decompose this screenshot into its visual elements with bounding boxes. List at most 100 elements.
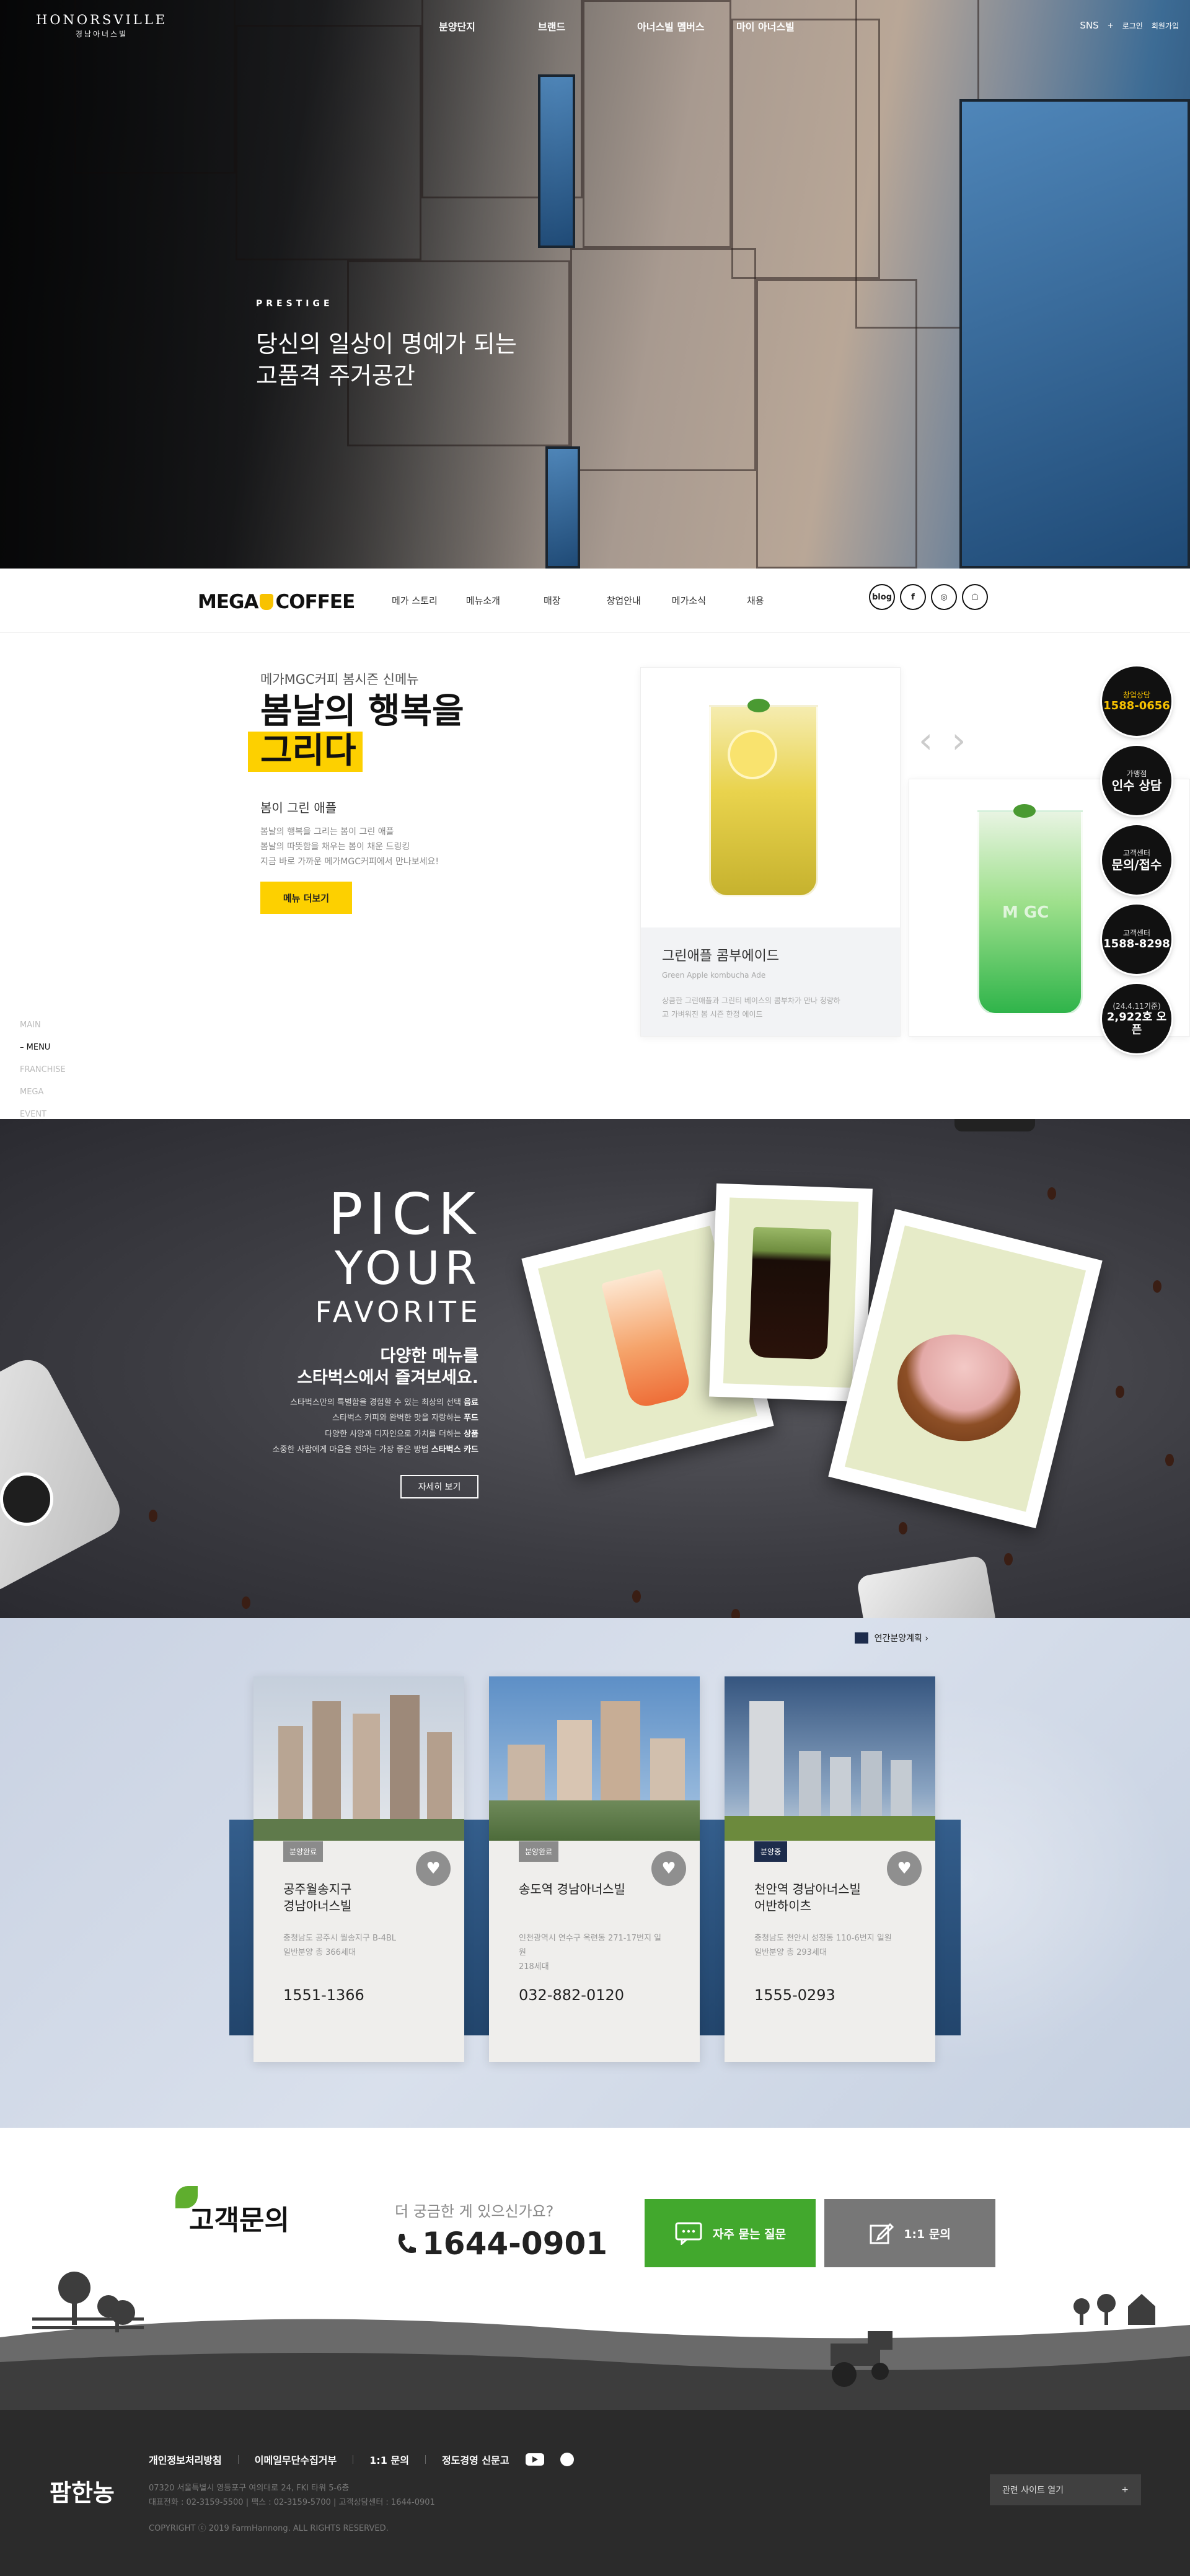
calendar-icon	[854, 1632, 868, 1644]
hero-section: HONORSVILLE 경남아너스빌 분양단지 브랜드 아너스빌 멤버스 마이 …	[0, 0, 1190, 569]
tower	[861, 1751, 882, 1825]
faq-label: 자주 묻는 질문	[712, 2227, 787, 2241]
footer-address: 07320 서울특별시 영등포구 여의대로 24, FKI 타워 5-6층 대표…	[149, 2482, 435, 2510]
hero-shadow	[0, 0, 558, 569]
mega-nav-story[interactable]: 메가 스토리	[392, 594, 438, 607]
family-site-label: 관련 사이트 열기	[1002, 2485, 1064, 2495]
faq-button[interactable]: 자주 묻는 질문	[645, 2199, 816, 2267]
join-link[interactable]: 회원가입	[1152, 20, 1179, 31]
quick-value: 1588-0656	[1103, 699, 1170, 713]
logo-en: HONORSVILLE	[36, 12, 167, 27]
inquiry-phone-number: 1644-0901	[422, 2226, 608, 2262]
side-nav-mega[interactable]: MEGA	[20, 1081, 66, 1104]
mega-nav-recruit[interactable]: 채용	[747, 594, 764, 607]
privacy-link[interactable]: 개인정보처리방침	[149, 2452, 222, 2467]
inquiry-question: 더 궁금한 게 있으신가요?	[395, 2203, 554, 2220]
mega-logo-b: COFFEE	[275, 591, 355, 613]
youtube-icon[interactable]	[525, 2453, 544, 2466]
apartment-name-line: 천안역 경남아너스빌	[754, 1882, 861, 1897]
product-desc-line: 고 가벼워진 봄 시즌 한정 에이드	[662, 1009, 763, 1019]
farmhannong-logo[interactable]: 팜한농	[50, 2474, 115, 2508]
ethics-report-link[interactable]: 정도경영 신문고	[442, 2452, 509, 2467]
facebook-icon[interactable]: f	[900, 584, 926, 610]
mega-nav-franchise[interactable]: 창업안내	[607, 594, 641, 607]
quick-label: 고객센터	[1122, 929, 1151, 938]
photo-cold-brew[interactable]	[709, 1183, 873, 1402]
hero-headline: 당신의 일상이 명예가 되는 고품격 주거공간	[256, 329, 517, 392]
store-icon[interactable]: ☖	[962, 584, 988, 610]
starbucks-desc-line: 스타벅스만의 특별함을 경험할 수 있는 최상의 선택	[289, 1398, 461, 1407]
heart-icon[interactable]: ♥	[651, 1851, 686, 1886]
apartment-address-line: 218세대	[519, 1962, 549, 1972]
mega-nav: 메가 스토리 메뉴소개 매장 창업안내 메가소식 채용	[392, 594, 793, 607]
kakao-icon[interactable]	[560, 2453, 574, 2466]
coffee-bean	[731, 1609, 740, 1618]
nav-item-members[interactable]: 아너스빌 멤버스	[637, 19, 736, 33]
apartment-address-line: 일반분양 총 366세대	[283, 1947, 356, 1957]
quick-takeover-consult[interactable]: 가맹점 인수 상담	[1102, 746, 1171, 815]
menu-name: 봄이 그린 애플	[260, 800, 337, 815]
apartment-photo	[725, 1676, 935, 1841]
mega-coffee-logo[interactable]: MEGA COFFEE	[198, 591, 355, 613]
coffee-bean	[1047, 1187, 1056, 1200]
login-link[interactable]: 로그인	[1122, 20, 1143, 31]
company-address: 07320 서울특별시 영등포구 여의대로 24, FKI 타워 5-6층	[149, 2484, 350, 2493]
menu-more-button[interactable]: 메뉴 더보기	[260, 882, 352, 914]
apartment-address: 충청남도 천안시 성정동 110-6번지 일원 일반분양 총 293세대	[754, 1932, 909, 1960]
trees	[253, 1819, 464, 1841]
next-arrow-icon[interactable]: ›	[951, 719, 966, 761]
plus-icon: +	[1121, 2485, 1129, 2495]
inquiry-phone[interactable]: 1644-0901	[395, 2226, 607, 2262]
honorsville-logo[interactable]: HONORSVILLE 경남아너스빌	[36, 12, 167, 39]
heart-icon[interactable]: ♥	[887, 1851, 922, 1886]
email-refusal-link[interactable]: 이메일무단수집거부	[255, 2452, 337, 2467]
nav-item-brand[interactable]: 브랜드	[538, 19, 637, 33]
prev-arrow-icon[interactable]: ‹	[919, 719, 933, 761]
nav-item-my[interactable]: 마이 아너스빌	[736, 19, 835, 33]
white-cup	[856, 1554, 997, 1618]
side-nav-menu-label: MENU	[26, 1043, 51, 1052]
apartment-address: 인천광역시 연수구 옥련동 271-17번지 일 원 218세대	[519, 1932, 674, 1974]
side-nav: MAIN – MENU FRANCHISE MEGA EVENT	[20, 1014, 66, 1126]
nav-item-complex[interactable]: 분양단지	[439, 19, 538, 33]
company-phones: 대표전화 : 02-3159-5500 | 팩스 : 02-3159-5700 …	[149, 2497, 435, 2507]
heart-icon[interactable]: ♥	[416, 1851, 451, 1886]
apartment-card[interactable]: 분양완료 ♥ 송도역 경남아너스빌 인천광역시 연수구 옥련동 271-17번지…	[489, 1676, 700, 2062]
starbucks-more-button[interactable]: 자세히 보기	[400, 1475, 478, 1498]
sns-link[interactable]: SNS	[1080, 20, 1098, 31]
coffee-cup-icon	[260, 594, 274, 610]
hero-eyebrow: PRESTIGE	[256, 299, 333, 309]
side-nav-main[interactable]: MAIN	[20, 1014, 66, 1037]
annual-plan-link[interactable]: 연간분양계획 ›	[854, 1632, 928, 1644]
apartment-card[interactable]: 분양중 ♥ 천안역 경남아너스빌 어반하이츠 충청남도 천안시 성정동 110-…	[725, 1676, 935, 2062]
quick-call-center[interactable]: 고객센터 1588-8298	[1102, 905, 1171, 974]
mint-leaf	[747, 699, 770, 712]
facade-panel	[570, 248, 756, 471]
product-desc-line: 상큼한 그린애플과 그린티 베이스의 콤부차가 만나 청량하	[662, 996, 840, 1005]
quick-store-count[interactable]: (24.4.11기준) 2,922호 오픈	[1102, 984, 1171, 1053]
family-site-select[interactable]: 관련 사이트 열기 +	[990, 2474, 1141, 2505]
apartment-address-line: 충청남도 천안시 성정동 110-6번지 일원	[754, 1934, 892, 1943]
qna-button[interactable]: 1:1 문의	[824, 2199, 995, 2267]
apartment-card[interactable]: 분양완료 ♥ 공주월송지구 경남아너스빌 충청남도 공주시 월송지구 B-4BL…	[253, 1676, 464, 2062]
side-nav-menu[interactable]: – MENU	[20, 1037, 66, 1059]
favorite-text: FAVORITE	[315, 1295, 482, 1329]
blog-icon[interactable]: blog	[869, 584, 895, 610]
apartment-name-line: 어반하이츠	[754, 1898, 811, 1913]
sns-plus-icon[interactable]: +	[1108, 21, 1114, 30]
hero-headline-line2: 고품격 주거공간	[256, 362, 415, 390]
mega-nav-menu[interactable]: 메뉴소개	[466, 594, 500, 607]
side-nav-franchise[interactable]: FRANCHISE	[20, 1059, 66, 1081]
product-card[interactable]: 그린애플 콤부에이드 Green Apple kombucha Ade 상큼한 …	[640, 667, 901, 1037]
logo-ko: 경남아너스빌	[75, 30, 128, 38]
mega-nav-store[interactable]: 매장	[544, 594, 561, 607]
utility-links: SNS + 로그인 회원가입	[1080, 20, 1179, 31]
mint-leaf	[1013, 804, 1036, 818]
mega-nav-news[interactable]: 메가소식	[672, 594, 706, 607]
qna-link[interactable]: 1:1 문의	[369, 2452, 409, 2467]
instagram-icon[interactable]: ◎	[931, 584, 957, 610]
starbucks-desc-line: 스타벅스 커피와 완벽한 맛을 자랑하는	[332, 1414, 461, 1423]
quick-franchise-consult[interactable]: 창업상담 1588-0656	[1102, 666, 1171, 736]
quick-inquiry[interactable]: 고객센터 문의/접수	[1102, 825, 1171, 895]
tower	[799, 1751, 821, 1825]
